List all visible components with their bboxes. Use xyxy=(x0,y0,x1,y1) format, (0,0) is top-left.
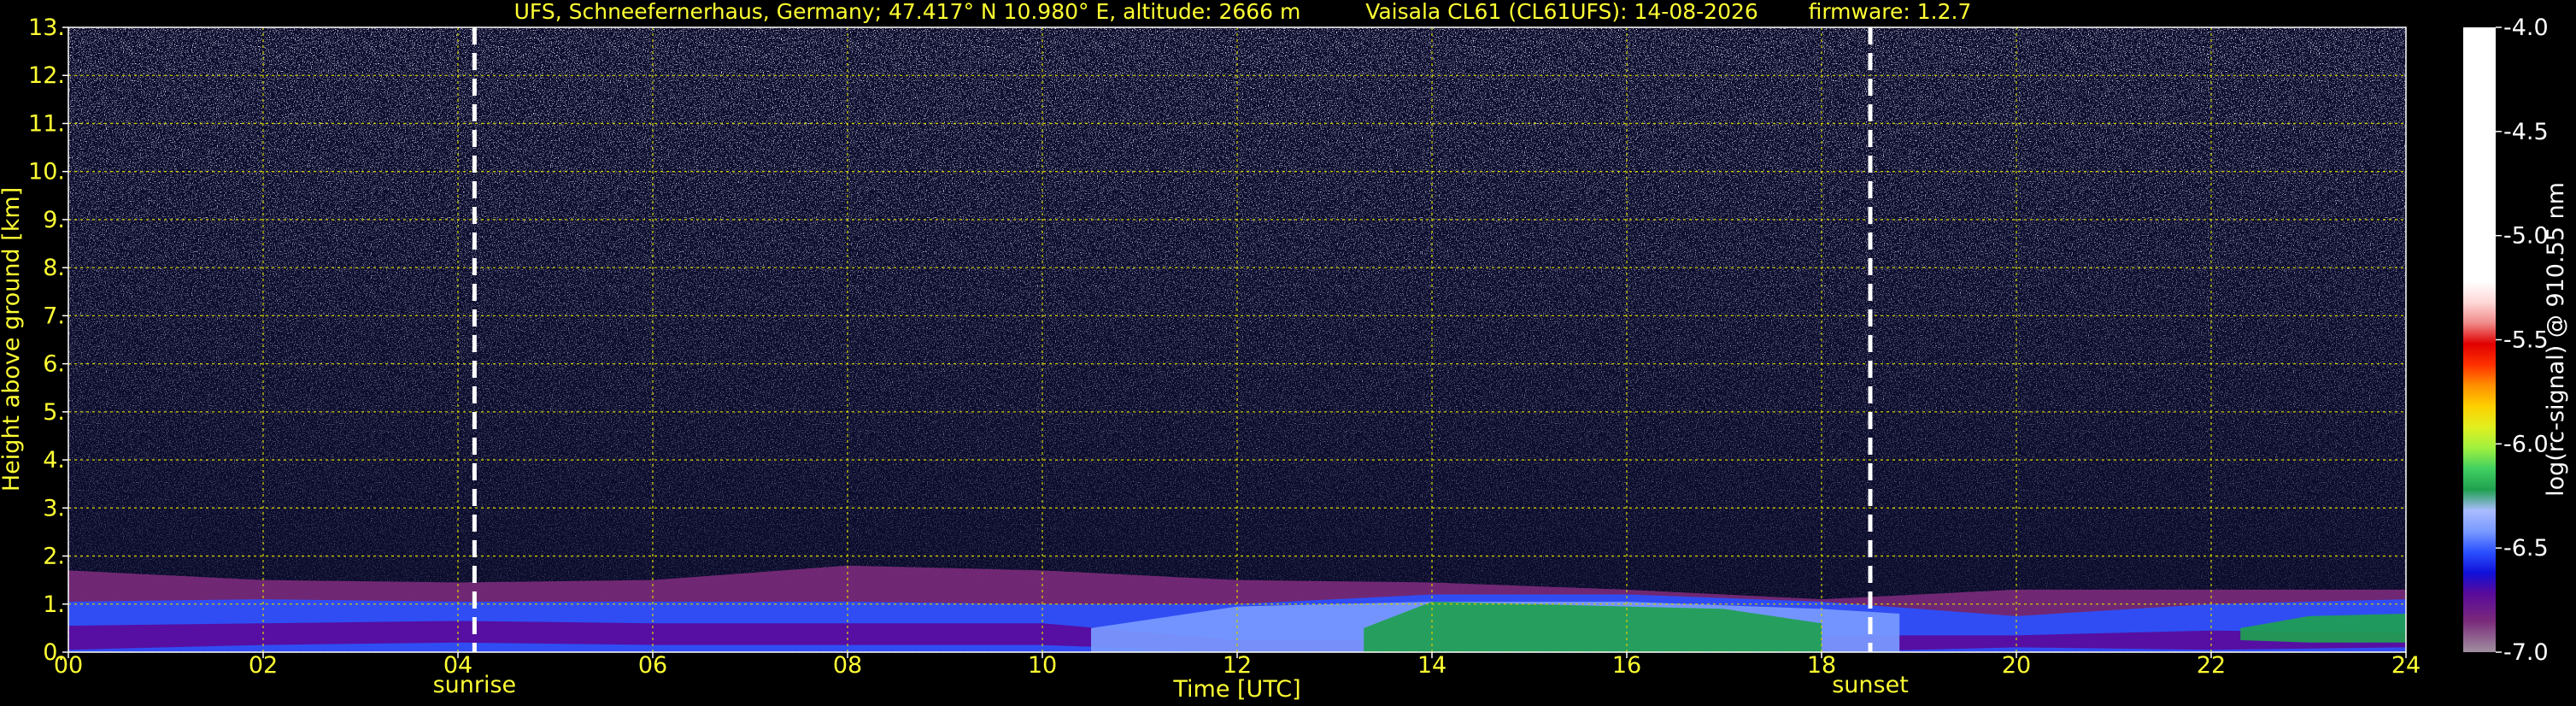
colorbar-tick-label: -4.5 xyxy=(2503,119,2549,145)
y-tick-label: 2. xyxy=(43,544,65,570)
chart-title-instrument: Vaisala CL61 (CL61UFS): 14-08-2026 xyxy=(1365,0,1758,24)
plot-area xyxy=(68,27,2406,652)
colorbar-tick-label: -5.0 xyxy=(2503,223,2549,250)
x-tick-label: 16 xyxy=(1612,652,1641,679)
y-tick-label: 12. xyxy=(28,62,65,89)
colorbar-ticks: -7.0 -6.5 -6.0 -5.5 -5.0 -4.5 -4.0 xyxy=(2496,15,2549,666)
x-tick-label: 22 xyxy=(2197,652,2226,679)
x-axis-ticks: 00 02 04 06 08 10 12 14 16 18 20 22 24 xyxy=(54,652,2421,679)
marker-label-sunset: sunset xyxy=(1832,672,1909,698)
x-tick-label: 20 xyxy=(2002,652,2031,679)
x-tick-label: 12 xyxy=(1223,652,1252,679)
colorbar-label: log(rc-signal) @ 910.55 nm xyxy=(2543,182,2569,497)
x-tick-label: 02 xyxy=(249,652,278,679)
y-tick-label: 5. xyxy=(43,399,65,426)
x-tick-label: 08 xyxy=(833,652,862,679)
colorbar-tick-label: -5.5 xyxy=(2503,327,2549,354)
marker-label-sunrise: sunrise xyxy=(433,672,517,698)
y-tick-label: 9. xyxy=(43,207,65,233)
y-tick-label: 11. xyxy=(28,110,65,137)
y-tick-label: 7. xyxy=(43,303,65,329)
y-tick-label: 3. xyxy=(43,495,65,521)
y-axis-label: Height above ground [km] xyxy=(0,187,25,491)
colorbar-tick-label: -7.0 xyxy=(2503,639,2549,666)
ceilometer-figure: UFS, Schneefernerhaus, Germany; 47.417° … xyxy=(0,0,2569,703)
y-tick-label: 13. xyxy=(28,15,65,41)
colorbar-tick-label: -4.0 xyxy=(2503,15,2549,41)
y-tick-label: 10. xyxy=(28,159,65,185)
chart-title-location: UFS, Schneefernerhaus, Germany; 47.417° … xyxy=(514,0,1301,24)
x-tick-label: 24 xyxy=(2391,652,2421,679)
x-axis-label: Time [UTC] xyxy=(1172,676,1300,703)
chart-title-firmware: firmware: 1.2.7 xyxy=(1809,0,1972,24)
y-tick-label: 0. xyxy=(43,639,65,666)
y-tick-label: 1. xyxy=(43,591,65,618)
colorbar-tick-label: -6.5 xyxy=(2503,535,2549,562)
colorbar-tick-label: -6.0 xyxy=(2503,431,2549,457)
y-tick-label: 8. xyxy=(43,255,65,281)
y-tick-label: 4. xyxy=(43,447,65,474)
x-tick-label: 06 xyxy=(638,652,667,679)
y-tick-label: 6. xyxy=(43,351,65,378)
x-tick-label: 10 xyxy=(1028,652,1057,679)
colorbar xyxy=(2463,27,2496,652)
x-tick-label: 14 xyxy=(1417,652,1446,679)
y-axis-ticks: 0. 1. 2. 3. 4. 5. 6. 7. 8. 9. 10. 11. 12. 13. xyxy=(28,15,68,666)
